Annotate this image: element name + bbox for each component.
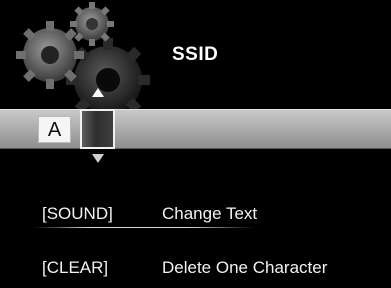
help-action-change-text: Change Text [162,204,258,223]
entered-character: A [38,116,71,143]
ssid-entry-screen: SSID A [SOUND] Change Text [CLEAR] Delet… [0,0,391,288]
help-divider [34,227,254,228]
page-title: SSID [172,44,219,65]
triangle-down-icon[interactable] [92,154,104,163]
help-action-delete-character: Delete One Character [162,258,328,277]
triangle-up-icon[interactable] [92,88,104,97]
gears-icon [16,2,150,110]
character-cursor[interactable] [80,109,115,149]
help-key-clear: [CLEAR] [42,258,109,277]
help-key-sound: [SOUND] [42,204,113,223]
